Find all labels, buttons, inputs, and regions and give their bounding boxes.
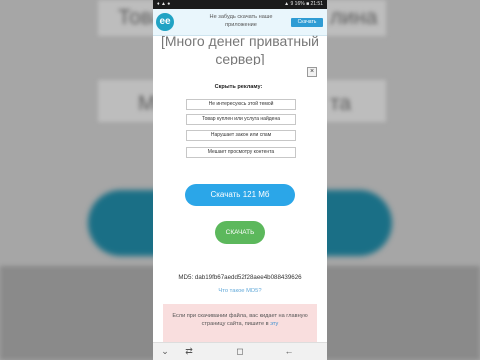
home-icon[interactable]: ◻ <box>234 346 246 357</box>
hide-ad-option[interactable]: Товар куплен или услуга найдена <box>186 114 296 125</box>
bg-ghost-text-4: та <box>330 92 352 115</box>
status-bar: ♦ ▲ ● ▲ 9 16% ■ 21:51 <box>153 0 327 9</box>
redirect-notice: Если при скачивании файла, вас кидает на… <box>163 304 317 342</box>
recent-apps-icon[interactable]: ⇄ <box>183 346 195 357</box>
hide-ad-option[interactable]: Не интересуюсь этой темой <box>186 99 296 110</box>
notice-text: Если при скачивании файла, вас кидает на… <box>172 313 308 327</box>
download-primary-button[interactable]: Скачать 121 Мб <box>185 184 295 206</box>
status-icons-right: ▲ 9 16% ■ 21:51 <box>284 1 323 7</box>
android-nav-bar: ⌄ ⇄ ◻ ← <box>153 342 327 360</box>
banner-download-button[interactable]: Скачать <box>291 18 323 27</box>
notice-link[interactable]: эту <box>270 321 278 327</box>
redirect-notice-text: Если при скачивании файла, вас кидает на… <box>169 312 311 328</box>
md5-help-link[interactable]: Что такое MD5? <box>153 288 327 294</box>
hide-ad-option[interactable]: Нарушает закон или спам <box>186 130 296 141</box>
phone-screen: ♦ ▲ ● ▲ 9 16% ■ 21:51 ee Не забудь скача… <box>153 0 327 360</box>
chevron-down-icon[interactable]: ⌄ <box>159 346 171 357</box>
page-title: [Много денег приватный сервер] <box>161 33 319 67</box>
md5-hash: MD5: dab19fb67aedd52f28aee4b088439626 <box>178 274 302 281</box>
hide-ad-heading: Скрыть рекламу: <box>214 84 263 90</box>
download-secondary-button[interactable]: СКАЧАТЬ <box>215 221 265 244</box>
back-arrow-icon[interactable]: ← <box>283 346 295 356</box>
app-logo-icon: ee <box>156 13 174 31</box>
hide-ad-panel: × Скрыть рекламу: Не интересуюсь этой те… <box>157 65 320 165</box>
hide-ad-option[interactable]: Мешает просмотру контента <box>186 147 296 158</box>
banner-message: Не забудь скачать наше приложение <box>209 14 273 28</box>
close-icon[interactable]: × <box>307 67 317 77</box>
status-icons-left: ♦ ▲ ● <box>157 1 171 7</box>
bg-ghost-text-2: лина <box>330 6 378 29</box>
